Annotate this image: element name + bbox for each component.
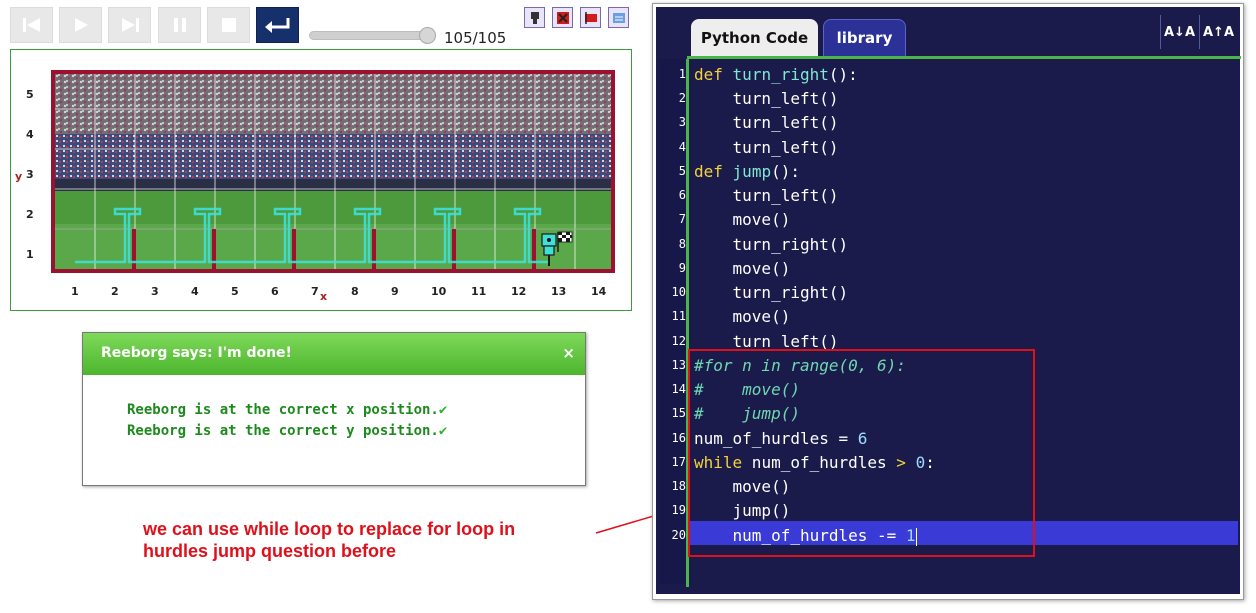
code-line[interactable]: turn_left() [694,186,839,205]
tab-underline [687,56,1241,59]
tab-library[interactable]: library [823,19,906,57]
annotation-highlight-box [688,349,1035,557]
line-number: 7 [678,212,686,226]
line-number: 5 [678,164,686,178]
tab-python-code[interactable]: Python Code [691,19,818,57]
line-number: 3 [678,115,686,129]
line-gutter: 1 2 3 4 5 6 7 8 9 10 11 12 13 14 15 16 1… [659,59,687,584]
line-number: 9 [678,261,686,275]
code-line[interactable]: def turn_right(): [694,65,858,84]
line-number: 2 [678,91,686,105]
reeborg-app: 105/105 5 4 3 2 1 y 1 2 3 4 5 6 7 x 8 9 … [0,0,1256,613]
code-line[interactable]: def jump(): [694,162,800,181]
line-number: 12 [671,334,686,348]
line-number: 20 [671,528,686,542]
line-number: 8 [678,237,686,251]
code-line[interactable]: move() [694,307,791,326]
font-decrease-button[interactable]: A↓A [1160,15,1198,49]
code-line[interactable]: turn_left() [694,89,839,108]
line-number: 16 [671,431,686,445]
line-number: 1 [678,67,686,81]
line-number: 14 [671,382,686,396]
line-number: 18 [671,479,686,493]
line-number: 10 [671,285,686,299]
line-number: 13 [671,358,686,372]
line-number: 17 [671,455,686,469]
line-number: 19 [671,503,686,517]
code-line[interactable]: turn_left() [694,138,839,157]
line-number: 15 [671,406,686,420]
code-line[interactable]: move() [694,210,791,229]
code-line[interactable]: turn_right() [694,235,849,254]
line-number: 11 [671,309,686,323]
line-number: 6 [678,188,686,202]
code-line[interactable]: move() [694,259,791,278]
font-increase-button[interactable]: A↑A [1199,15,1237,49]
code-line[interactable]: turn_right() [694,283,849,302]
code-line[interactable]: turn_left() [694,113,839,132]
line-number: 4 [678,140,686,154]
